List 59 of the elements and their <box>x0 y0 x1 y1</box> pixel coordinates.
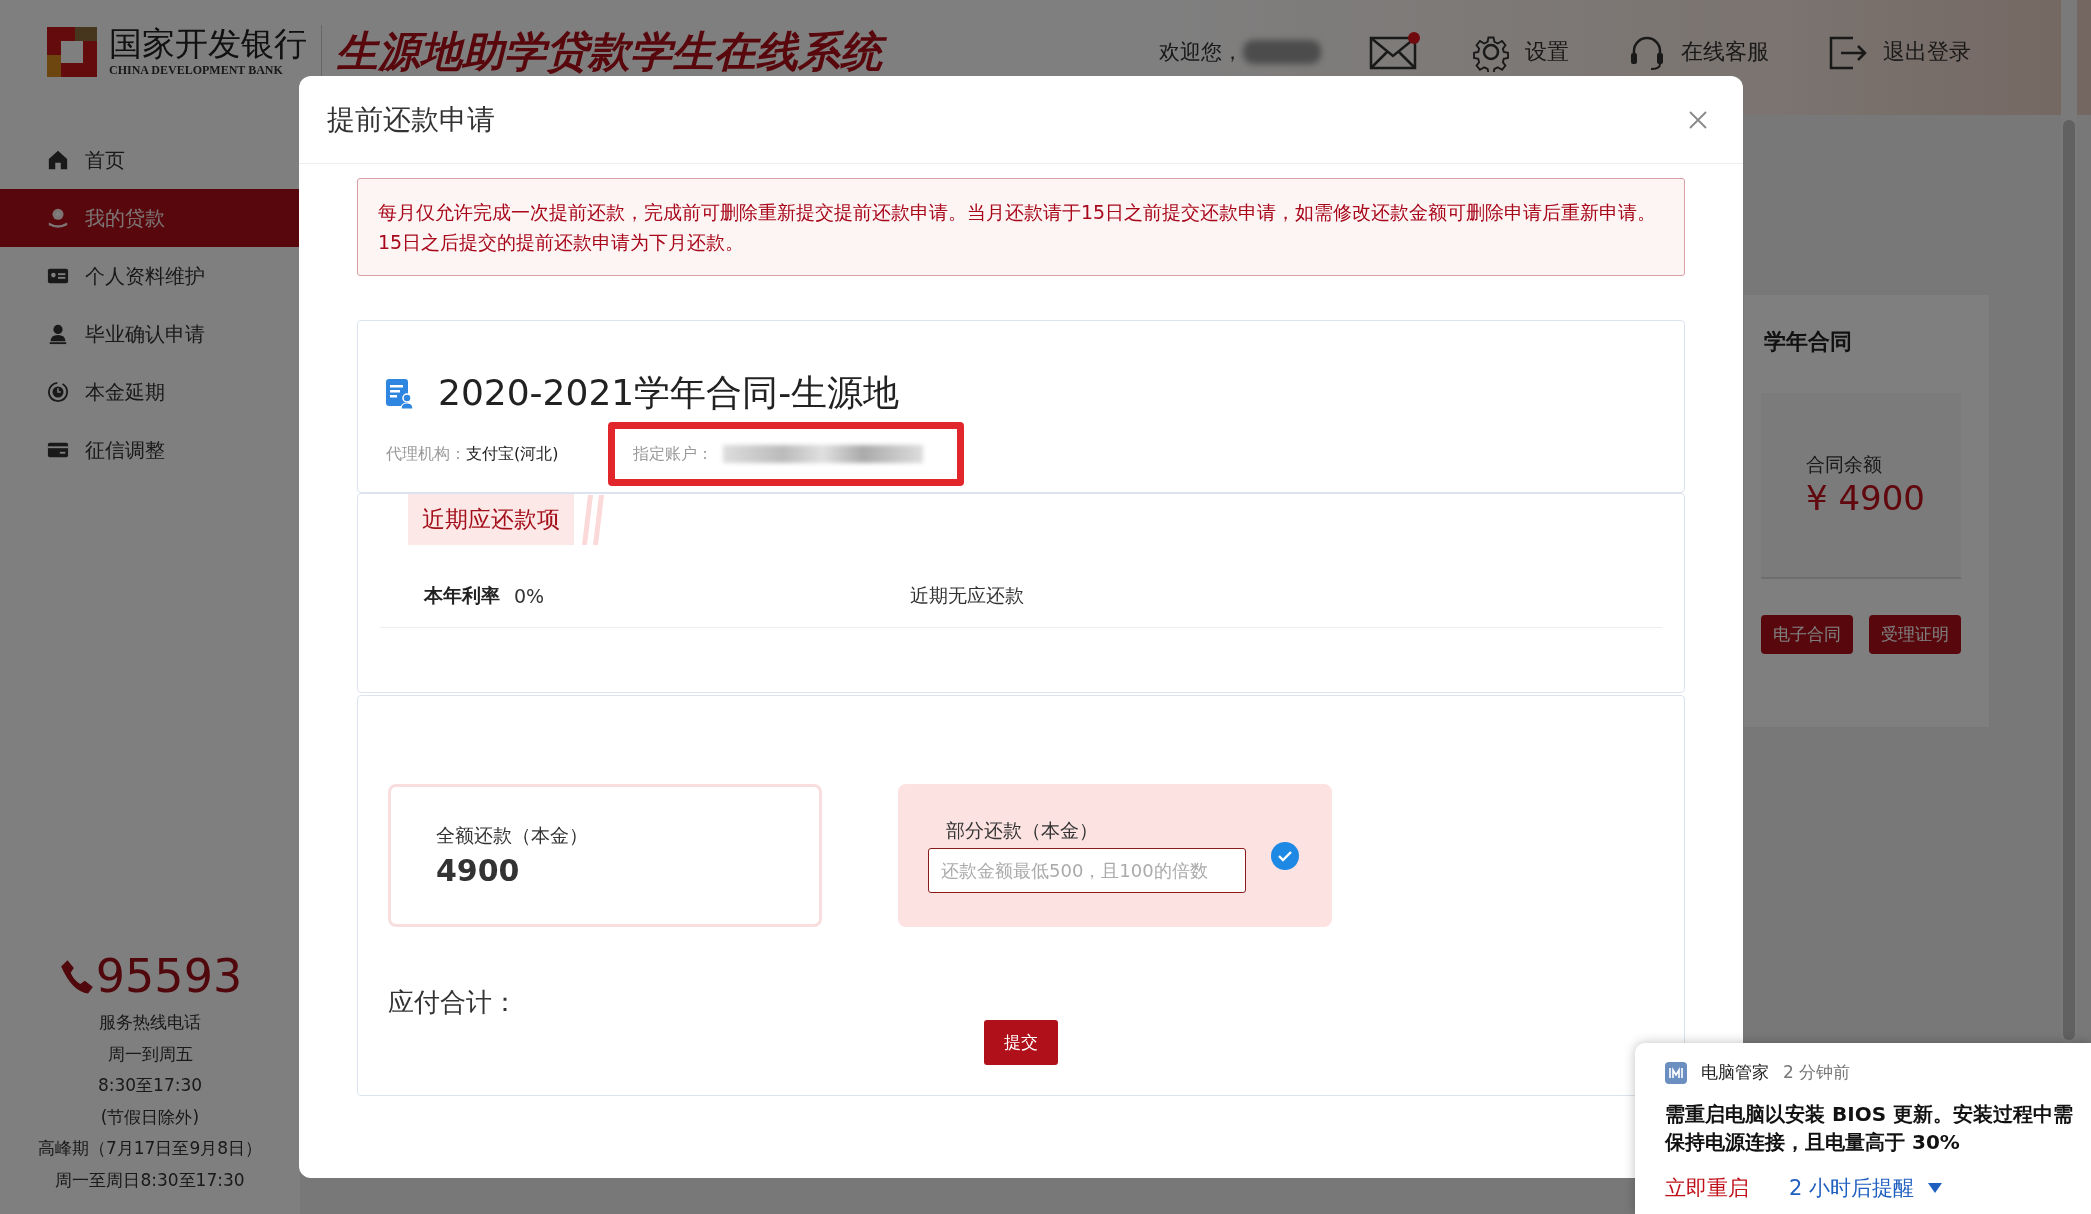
header-link[interactable]: 退出登录 <box>1883 36 1971 67</box>
bank-name-english: CHINA DEVELOPMENT BANK <box>109 63 284 78</box>
close-icon[interactable] <box>1688 109 1708 130</box>
restart-link[interactable]: 立即重启 <box>1665 1174 1749 1202</box>
bank-name: 国家开发银行 <box>109 25 307 63</box>
app-name: 电脑管家 <box>1701 1061 1769 1084</box>
amount-input[interactable]: 还款金额最低500，且100的倍数 <box>928 848 1246 893</box>
hotline-info: 周一到周五 <box>107 1042 193 1066</box>
header-link[interactable]: 设置 <box>1525 36 1569 67</box>
caret-icon <box>1928 1183 1943 1193</box>
hotline-info: 服务热线电话 <box>99 1011 201 1034</box>
sidebar-item[interactable]: 征信调整 <box>0 421 300 479</box>
hotline-info: 周一至周日8:30至17:30 <box>55 1168 245 1192</box>
agency-value: 支付宝(河北) <box>466 443 559 465</box>
option-label: 部分还款（本金） <box>946 818 1099 843</box>
option-amount: 4900 <box>436 853 521 888</box>
clock-icon <box>47 381 69 403</box>
payment-option[interactable]: 全额还款（本金） 4900 <box>388 784 822 927</box>
notification-time: 2 分钟前 <box>1783 1061 1851 1084</box>
card-button[interactable]: 受理证明 <box>1869 615 1961 654</box>
header-link[interactable]: 在线客服 <box>1681 36 1769 67</box>
mail-icon[interactable] <box>1369 31 1421 72</box>
balance-label: 合同余额 <box>1806 452 1883 477</box>
hotline-info: (节假日除外) <box>100 1105 200 1129</box>
bank-logo-icon <box>47 26 97 77</box>
remind-dropdown[interactable]: 2 小时后提醒 <box>1789 1174 1943 1202</box>
dialog-title: 提前还款申请 <box>327 101 495 138</box>
sidebar-item[interactable]: 本金延期 <box>0 363 300 421</box>
notice-message: 每月仅允许完成一次提前还款，完成前可删除重新提交提前还款申请。当月还款请于15日之前提交还款申请，如需修改还款金额可删除申请后重新申请。15日之后提交的提前还款申请为下月还款。 <box>357 178 1685 276</box>
hotline-number: 95593 <box>95 949 243 1003</box>
welcome-text: 欢迎您， <box>1159 38 1243 66</box>
system-title: 生源地助学贷款学生在线系统 <box>332 23 892 80</box>
person-icon <box>47 323 69 345</box>
option-label: 全额还款（本金） <box>436 823 589 848</box>
sidebar-item[interactable]: 个人资料维护 <box>0 247 300 305</box>
check-icon <box>1271 841 1299 870</box>
payment-option[interactable]: 部分还款（本金） 还款金额最低500，且100的倍数 <box>898 784 1332 927</box>
document-person-icon <box>386 378 414 409</box>
total-label: 应付合计： <box>388 986 518 1019</box>
sidebar-item[interactable]: 毕业确认申请 <box>0 305 300 363</box>
section-tag: 近期应还款项 <box>408 494 574 545</box>
agency-label: 代理机构： <box>386 443 466 465</box>
card-title: 学年合同 <box>1763 328 1852 356</box>
account-label: 指定账户： <box>633 443 714 465</box>
sidebar-item[interactable]: 我的贷款 <box>0 189 300 247</box>
rate-value: 0% <box>514 585 545 607</box>
due-status: 近期无应还款 <box>910 583 1025 608</box>
home-icon <box>47 149 69 171</box>
app-icon <box>1665 1061 1687 1084</box>
sidebar-item[interactable]: 首页 <box>0 131 300 189</box>
person-coin-icon <box>47 207 69 229</box>
balance-amount: ¥ 4900 <box>1806 478 1926 518</box>
notification-message: 需重启电脑以安装 BIOS 更新。安装过程中需保持电源连接，且电量高于 30% <box>1665 1101 2075 1156</box>
contract-title: 2020-2021学年合同-生源地 <box>438 371 900 415</box>
rate-label: 本年利率 <box>424 583 500 608</box>
hotline-info: 高峰期（7月17日至9月8日） <box>37 1137 263 1160</box>
submit-button[interactable]: 提交 <box>984 1020 1058 1065</box>
card-button[interactable]: 电子合同 <box>1761 615 1853 654</box>
hotline-info: 8:30至17:30 <box>97 1074 203 1097</box>
